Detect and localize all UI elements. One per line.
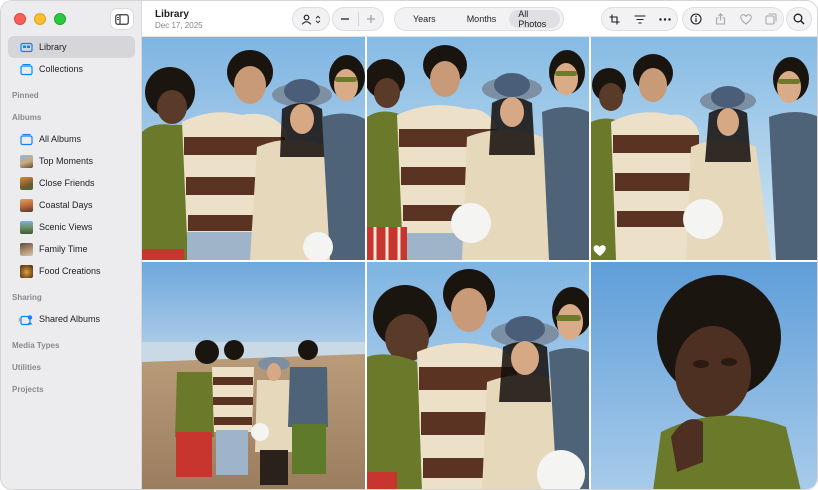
photo-thumbnail[interactable] xyxy=(367,37,589,260)
share-button[interactable] xyxy=(708,8,733,30)
edit-tools-group xyxy=(601,7,678,31)
photo-thumbnail[interactable] xyxy=(142,37,365,260)
sidebar-item-all-albums[interactable]: All Albums xyxy=(8,128,135,150)
sidebar-item-label: Top Moments xyxy=(39,156,94,166)
photo-thumbnail[interactable] xyxy=(367,262,589,489)
heart-icon xyxy=(739,13,752,25)
album-thumbnail-icon xyxy=(20,264,33,278)
section-sharing[interactable]: Sharing xyxy=(1,286,142,308)
window-controls xyxy=(14,13,66,25)
zoom-in-button[interactable] xyxy=(359,8,384,30)
chevron-updown-icon xyxy=(315,15,321,23)
tab-all-photos[interactable]: All Photos xyxy=(509,9,560,29)
favorite-button[interactable] xyxy=(733,8,758,30)
sidebar-item-library[interactable]: Library xyxy=(8,36,135,58)
photos-window: Library Collections Pinned Albums All Al… xyxy=(0,0,818,490)
more-button[interactable] xyxy=(652,8,677,30)
sidebar-item-label: Coastal Days xyxy=(39,200,93,210)
minimize-window-button[interactable] xyxy=(34,13,46,25)
info-icon xyxy=(689,13,702,25)
photo-thumbnail[interactable] xyxy=(591,37,817,260)
portrait-photo-image xyxy=(591,262,817,489)
sidebar: Library Collections Pinned Albums All Al… xyxy=(1,1,142,489)
minus-icon xyxy=(341,18,350,20)
zoom-window-button[interactable] xyxy=(54,13,66,25)
album-thumbnail-icon xyxy=(20,198,33,212)
sidebar-item-scenic-views[interactable]: Scenic Views xyxy=(8,216,135,238)
sidebar-item-collections[interactable]: Collections xyxy=(8,58,135,80)
sidebar-item-label: Shared Albums xyxy=(39,314,101,324)
albums-icon xyxy=(20,133,33,146)
beach-photo-image xyxy=(142,262,365,489)
section-pinned[interactable]: Pinned xyxy=(1,84,142,106)
page-title: Library xyxy=(155,9,189,20)
view-segmented-control: Years Months All Photos xyxy=(394,7,564,31)
sidebar-item-label: Collections xyxy=(39,64,84,74)
sidebar-item-label: Family Time xyxy=(39,244,88,254)
crop-button[interactable] xyxy=(602,8,627,30)
duplicate-icon xyxy=(764,13,777,25)
sidebar-toggle-icon xyxy=(115,13,129,25)
album-thumbnail-icon xyxy=(20,242,33,256)
group-photo-image xyxy=(142,37,365,260)
sidebar-list: Library Collections Pinned Albums All Al… xyxy=(1,36,142,400)
crop-icon xyxy=(609,14,620,24)
sidebar-item-label: Scenic Views xyxy=(39,222,93,232)
title-block: Library Dec 17, 2025 xyxy=(155,9,203,31)
sidebar-item-close-friends[interactable]: Close Friends xyxy=(8,172,135,194)
album-thumbnail-icon xyxy=(20,154,33,168)
sidebar-item-family-time[interactable]: Family Time xyxy=(8,238,135,260)
sidebar-item-label: Library xyxy=(39,42,67,52)
sidebar-item-label: Food Creations xyxy=(39,266,101,276)
sidebar-item-label: All Albums xyxy=(39,134,82,144)
library-icon xyxy=(20,41,33,54)
zoom-control xyxy=(332,7,384,31)
zoom-out-button[interactable] xyxy=(333,8,358,30)
search-button[interactable] xyxy=(786,7,812,31)
date-subtitle: Dec 17, 2025 xyxy=(155,21,203,30)
filter-icon xyxy=(634,14,645,24)
sidebar-item-coastal-days[interactable]: Coastal Days xyxy=(8,194,135,216)
album-thumbnail-icon xyxy=(20,176,33,190)
section-projects[interactable]: Projects xyxy=(1,378,142,400)
section-media-types[interactable]: Media Types xyxy=(1,334,142,356)
more-icon xyxy=(658,17,671,21)
person-icon xyxy=(301,14,312,25)
photo-actions-group xyxy=(682,7,784,31)
disclosure-chevron-icon[interactable]: › xyxy=(18,315,21,324)
sidebar-item-shared-albums[interactable]: › Shared Albums xyxy=(8,308,135,330)
photo-thumbnail[interactable] xyxy=(591,262,817,489)
photo-thumbnail[interactable] xyxy=(142,262,365,489)
group-photo-image xyxy=(367,37,589,260)
tab-years[interactable]: Years xyxy=(404,10,445,28)
section-albums[interactable]: Albums xyxy=(1,106,142,128)
tab-months[interactable]: Months xyxy=(458,10,506,28)
photo-grid xyxy=(142,37,817,489)
info-button[interactable] xyxy=(683,8,708,30)
album-thumbnail-icon xyxy=(20,220,33,234)
sidebar-item-label: Close Friends xyxy=(39,178,95,188)
toolbar: Library Dec 17, 2025 Years Months All Ph… xyxy=(110,1,817,37)
group-photo-image xyxy=(591,37,817,260)
search-icon xyxy=(793,13,805,25)
close-window-button[interactable] xyxy=(14,13,26,25)
filter-button[interactable] xyxy=(627,8,652,30)
group-photo-image xyxy=(367,262,589,489)
duplicate-button[interactable] xyxy=(758,8,783,30)
plus-icon xyxy=(366,15,375,23)
share-icon xyxy=(715,13,726,25)
sidebar-item-top-moments[interactable]: Top Moments xyxy=(8,150,135,172)
sidebar-toggle-button[interactable] xyxy=(110,8,134,30)
collections-icon xyxy=(20,63,33,76)
people-filter-button[interactable] xyxy=(292,7,330,31)
section-utilities[interactable]: Utilities xyxy=(1,356,142,378)
shared-albums-icon xyxy=(20,313,33,326)
sidebar-item-food-creations[interactable]: Food Creations xyxy=(8,260,135,282)
